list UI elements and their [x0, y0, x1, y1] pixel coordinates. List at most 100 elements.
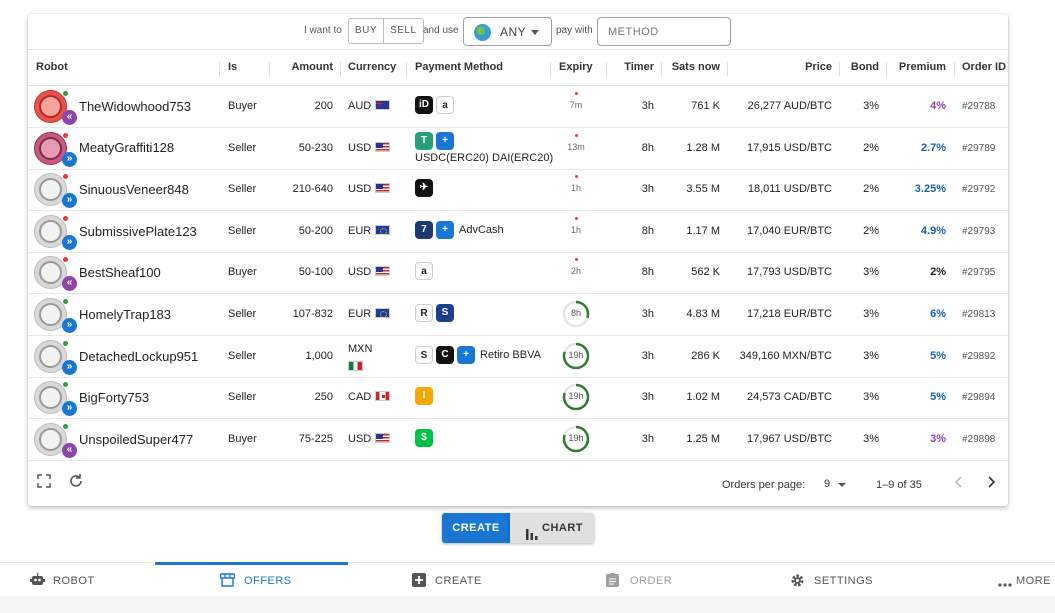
timer: 3h	[641, 100, 654, 112]
amount: 75-225	[298, 433, 333, 445]
payment-methods: I	[415, 387, 433, 405]
sats-now: 1.25 M	[686, 433, 720, 445]
cash-app-icon: $	[415, 429, 433, 447]
status-indicator	[62, 256, 69, 263]
order-id[interactable]: #29795	[962, 267, 995, 278]
order-id[interactable]: #29898	[962, 434, 995, 445]
order-id[interactable]: #29892	[962, 351, 995, 362]
chevron-down-icon[interactable]	[838, 483, 846, 487]
chart-button[interactable]: CHART	[510, 513, 594, 543]
table-row[interactable]: «BestSheaf100 Buyer 50-100 USD a 2h 8h 562 K 17,…	[28, 252, 1008, 294]
price: 349,160 MXN/BTC	[739, 350, 832, 362]
order-side: Seller	[228, 350, 257, 362]
bottom-navigation: ROBOT OFFERS CREATE ORDER SETTINGS MORE	[0, 562, 1055, 596]
payment-method-text: Retiro BBVA	[480, 349, 541, 361]
premium: 2%	[930, 266, 946, 278]
order-id[interactable]: #29894	[962, 392, 995, 403]
col-premium[interactable]: Premium	[890, 61, 946, 73]
col-order-id[interactable]: Order ID	[962, 61, 1006, 73]
table-row[interactable]: » HomelyTrap183 Seller 107-832 EUR R S 8h 3h 4.83…	[28, 294, 1008, 336]
expiry-indicator	[575, 258, 578, 261]
sats-now: 3.55 M	[686, 183, 720, 195]
payment-method-text: USDC(ERC20) DAI(ERC20)	[415, 152, 554, 164]
order-id[interactable]: #29792	[962, 184, 995, 195]
robot-name[interactable]: UnspoiledSuper477	[79, 432, 193, 447]
robot-name[interactable]: SinuousVeneer848	[79, 182, 189, 197]
buy-toggle[interactable]: BUY	[349, 19, 383, 43]
page-bottom-strip	[0, 596, 1055, 613]
order-id[interactable]: #29813	[962, 309, 995, 320]
rows-per-page-select[interactable]: 9	[824, 478, 830, 490]
col-price[interactable]: Price	[734, 61, 832, 73]
gear-icon	[790, 573, 804, 587]
price: 17,040 EUR/BTC	[747, 225, 832, 237]
bond: 3%	[863, 391, 879, 403]
status-indicator	[62, 340, 69, 347]
storefront-icon	[219, 573, 236, 587]
table-row[interactable]: «TheWidowhood753 Buyer 200 AUD iD a 7m 3h 761 K 2…	[28, 86, 1008, 128]
table-row[interactable]: » SubmissivePlate123 Seller 50-200 EUR 7 + AdvC…	[28, 211, 1008, 253]
prev-page-icon[interactable]	[954, 475, 964, 492]
sell-toggle[interactable]: SELL	[383, 19, 422, 43]
nav-settings[interactable]: SETTINGS	[790, 563, 890, 597]
side-badge-icon: »	[62, 318, 77, 333]
currency: USD	[348, 433, 391, 445]
amazon-icon: a	[415, 262, 433, 280]
table-row[interactable]: «UnspoiledSuper477 Buyer 75-225 USD $19h 3h 1.…	[28, 419, 1008, 461]
robot-name[interactable]: BigForty753	[79, 390, 149, 405]
col-currency[interactable]: Currency	[348, 61, 396, 73]
cashapp-icon: ✈	[415, 179, 433, 197]
order-id[interactable]: #29789	[962, 143, 995, 154]
payment-method-input[interactable]	[597, 17, 731, 46]
bond: 3%	[863, 350, 879, 362]
col-expiry[interactable]: Expiry	[559, 61, 593, 73]
currency-select[interactable]: ANY	[463, 17, 552, 46]
nav-create[interactable]: CREATE	[412, 563, 512, 597]
robot-name[interactable]: MeatyGraffiti128	[79, 140, 174, 155]
instant-sepa-icon: iD	[415, 96, 433, 114]
side-toggle: BUY SELL	[348, 18, 424, 44]
table-row[interactable]: » MeatyGraffiti128 Seller 50-230 USD T + USDC(E…	[28, 128, 1008, 170]
nav-robot-label: ROBOT	[53, 575, 95, 587]
col-timer[interactable]: Timer	[614, 61, 654, 73]
col-robot[interactable]: Robot	[36, 61, 68, 73]
tether-icon: T	[415, 132, 433, 150]
col-amount[interactable]: Amount	[278, 61, 333, 73]
amount: 210-640	[292, 183, 333, 195]
sats-now: 1.28 M	[686, 142, 720, 154]
robot-name[interactable]: TheWidowhood753	[79, 99, 191, 114]
table-row[interactable]: » DetachedLockup951 Seller 1,000 MXN S C + Retir…	[28, 336, 1008, 378]
robot-name[interactable]: DetachedLockup951	[79, 349, 198, 364]
refresh-icon[interactable]	[68, 473, 84, 493]
robot-name[interactable]: SubmissivePlate123	[79, 224, 197, 239]
next-page-icon[interactable]	[986, 475, 996, 492]
currency: AUD	[348, 100, 391, 112]
expiry-text: 7m	[569, 100, 583, 110]
premium: 6%	[930, 308, 946, 320]
table-row[interactable]: » SinuousVeneer848 Seller 210-640 USD ✈ 1h 3h 3.…	[28, 169, 1008, 211]
col-bond[interactable]: Bond	[846, 61, 879, 73]
nav-robot[interactable]: ROBOT	[30, 563, 130, 597]
col-is[interactable]: Is	[228, 61, 237, 73]
payment-methods: ✈	[415, 179, 433, 197]
sats-now: 1.17 M	[686, 225, 720, 237]
flag-mx-icon	[348, 361, 363, 371]
col-payment-method[interactable]: Payment Method	[415, 61, 503, 73]
table-row[interactable]: » BigForty753 Seller 250 CAD I 19h 3h 1.02 M 24,5…	[28, 377, 1008, 419]
timer: 3h	[641, 433, 654, 445]
expiry-indicator	[575, 92, 578, 95]
fullscreen-icon[interactable]	[37, 474, 51, 492]
create-button[interactable]: CREATE	[442, 513, 510, 543]
dai-icon: +	[436, 132, 454, 150]
expiry-text: 1h	[570, 183, 581, 193]
robot-name[interactable]: HomelyTrap183	[79, 307, 171, 322]
sepa-icon: S	[436, 304, 454, 322]
expiry-text: 19h	[568, 391, 584, 401]
nav-more[interactable]: MORE	[998, 563, 1055, 597]
order-id[interactable]: #29793	[962, 226, 995, 237]
robot-name[interactable]: BestSheaf100	[79, 265, 161, 280]
nav-order[interactable]: ORDER	[606, 563, 706, 597]
order-id[interactable]: #29788	[962, 101, 995, 112]
nav-offers[interactable]: OFFERS	[219, 563, 320, 597]
col-sats-now[interactable]: Sats now	[668, 61, 720, 73]
